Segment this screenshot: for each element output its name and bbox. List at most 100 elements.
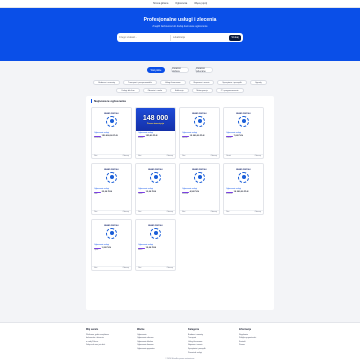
listing-card[interactable]: BRAND ZESPOŁU Ogłoszenie usługi NOWE 150…	[91, 107, 132, 159]
listing-thumbnail[interactable]: BRAND ZESPOŁU	[224, 164, 263, 187]
nav-link-more[interactable]: Więcej opcji	[194, 2, 207, 5]
company-logo-icon	[238, 115, 249, 127]
footer-link[interactable]: Ogłoszenia zlecone	[137, 337, 170, 339]
category-chip[interactable]: Usługi dla firm	[116, 88, 140, 93]
listing-title[interactable]: Ogłoszenie usługi	[226, 132, 261, 134]
category-chip[interactable]: Naprawa i serwis	[188, 80, 215, 85]
listing-card[interactable]: BRAND ZESPOŁU Ogłoszenie usługi NOWE 10 …	[223, 163, 264, 215]
nav-link-home[interactable]: Strona główna	[153, 2, 168, 5]
listing-footer: 2 dni Obserwuj	[224, 210, 263, 214]
category-chip[interactable]: Budowa i remonty	[93, 80, 120, 85]
follow-link[interactable]: Obserwuj	[211, 212, 217, 213]
follow-link[interactable]: Obserwuj	[167, 212, 173, 213]
footer-link[interactable]: Pomoc	[239, 344, 272, 346]
listing-age: 6 dni	[182, 212, 186, 213]
footer-link[interactable]: Budowa i remonty	[188, 334, 221, 336]
footer-link[interactable]: Usługi finansowe	[188, 341, 221, 343]
footer-link[interactable]: Polityka prywatności	[239, 337, 272, 339]
listing-title[interactable]: Ogłoszenie usługi	[94, 188, 129, 190]
new-badge: NOWE	[94, 135, 101, 137]
listing-card[interactable]: 148 000 Pewna inwestycja Ogłoszenie usłu…	[135, 107, 176, 159]
category-chip[interactable]: Ogrody	[249, 80, 267, 85]
listing-title[interactable]: Ogłoszenie usługi	[94, 132, 129, 134]
category-chip[interactable]: Zdrowie i uroda	[142, 88, 167, 93]
listing-title[interactable]: Ogłoszenie usługi	[138, 132, 173, 134]
listing-body: Ogłoszenie usługi NOWE 1,20 PLN Opole	[92, 243, 131, 266]
listing-age: 1 dzień	[226, 156, 231, 157]
listing-thumbnail[interactable]: BRAND ZESPOŁU	[92, 108, 131, 131]
listing-title[interactable]: Ogłoszenie usługi	[138, 244, 173, 246]
promo-number: 148 000	[142, 114, 169, 122]
footer-link[interactable]: Sprzątanie i porządki	[188, 348, 221, 350]
listing-brand: BRAND ZESPOŁU	[148, 168, 163, 171]
follow-link[interactable]: Obserwuj	[123, 156, 129, 157]
listing-card[interactable]: BRAND ZESPOŁU Ogłoszenie usługi NOWE 1,2…	[91, 219, 132, 271]
new-badge: NOWE	[138, 135, 145, 137]
listing-body: Ogłoszenie usługi NOWE 12 000,00 PLN Gda…	[180, 131, 219, 154]
category-chip[interactable]: Transport i przeprowadzki	[123, 80, 157, 85]
footer-link[interactable]: Kontakt	[239, 341, 272, 343]
listing-brand: BRAND ZESPOŁU	[192, 168, 207, 171]
listing-body: Ogłoszenie usługi NOWE 13,00 PLN Lublin	[136, 187, 175, 210]
search-input[interactable]	[119, 34, 171, 41]
listing-thumbnail[interactable]: BRAND ZESPOŁU	[92, 220, 131, 243]
footer-link[interactable]: Pozostałe usługi	[188, 352, 221, 354]
follow-link[interactable]: Obserwuj	[167, 268, 173, 269]
listing-location: Poznań	[226, 138, 232, 139]
follow-link[interactable]: Obserwuj	[123, 268, 129, 269]
listing-title[interactable]: Ogłoszenie usługi	[138, 188, 173, 190]
listing-thumbnail[interactable]: BRAND ZESPOŁU	[180, 164, 219, 187]
footer-link[interactable]: Ogłoszenia	[137, 334, 170, 336]
category-chip[interactable]: Sprzątanie i porządki	[217, 80, 247, 85]
category-chip[interactable]: Usługi finansowe	[159, 80, 186, 85]
footer-link[interactable]: Regulamin	[239, 334, 272, 336]
company-logo-icon	[106, 227, 117, 239]
follow-link[interactable]: Obserwuj	[255, 212, 261, 213]
listing-title[interactable]: Ogłoszenie usługi	[182, 132, 217, 134]
listing-thumbnail[interactable]: BRAND ZESPOŁU	[92, 164, 131, 187]
listing-title[interactable]: Ogłoszenie usługi	[182, 188, 217, 190]
new-badge: NOWE	[138, 247, 145, 249]
location-input[interactable]	[173, 34, 221, 41]
new-badge: NOWE	[94, 191, 101, 193]
listing-thumbnail[interactable]: BRAND ZESPOŁU	[180, 108, 219, 131]
listing-thumbnail[interactable]: BRAND ZESPOŁU	[136, 164, 175, 187]
listing-location: Kraków	[138, 138, 144, 139]
price-row: NOWE 150 000,00 PLN	[94, 135, 129, 137]
search-button[interactable]: Szukaj	[229, 34, 241, 41]
footer-link[interactable]: Transport	[188, 337, 221, 339]
follow-link[interactable]: Obserwuj	[167, 156, 173, 157]
footer-link[interactable]: Ogłoszenia prywatne	[137, 348, 170, 350]
tab-recent[interactable]: Ostatnio dodane	[171, 67, 189, 73]
follow-link[interactable]: Obserwuj	[255, 156, 261, 157]
follow-link[interactable]: Obserwuj	[211, 156, 217, 157]
nav-link-ads[interactable]: Ogłoszenia	[175, 2, 187, 5]
category-chip[interactable]: Motoryzacja	[191, 88, 213, 93]
listing-title[interactable]: Ogłoszenie usługi	[94, 244, 129, 246]
new-badge: NOWE	[94, 247, 101, 249]
tab-recommended[interactable]: Ostatnio polecane	[195, 67, 213, 73]
footer-link[interactable]: Naprawa i serwis	[188, 344, 221, 346]
listing-title[interactable]: Ogłoszenie usługi	[226, 188, 261, 190]
listing-thumbnail[interactable]: 148 000 Pewna inwestycja	[136, 108, 175, 131]
footer-link[interactable]: Ogłoszenia lokalne	[137, 341, 170, 343]
listing-card[interactable]: BRAND ZESPOŁU Ogłoszenie usługi NOWE 4,5…	[179, 163, 220, 215]
listing-card[interactable]: BRAND ZESPOŁU Ogłoszenie usługi NOWE 12 …	[179, 107, 220, 159]
listing-card[interactable]: BRAND ZESPOŁU Ogłoszenie usługi NOWE 7,0…	[223, 107, 264, 159]
filter-tabs: Wszystkie Ostatnio dodane Ostatnio polec…	[0, 67, 360, 73]
category-chip[interactable]: Edukacja	[169, 88, 189, 93]
listing-card[interactable]: BRAND ZESPOŁU Ogłoszenie usługi NOWE 12,…	[135, 219, 176, 271]
footer-link[interactable]: Ogłoszenia firmowe	[137, 344, 170, 346]
listing-card[interactable]: BRAND ZESPOŁU Ogłoszenie usługi NOWE 23,…	[91, 163, 132, 215]
listing-thumbnail[interactable]: BRAND ZESPOŁU	[224, 108, 263, 131]
tab-all[interactable]: Wszystkie	[147, 67, 165, 73]
category-chip[interactable]: IT i programowanie	[215, 88, 244, 93]
listing-body: Ogłoszenie usługi NOWE 10 000,00 PLN Szc…	[224, 187, 263, 210]
listing-footer: 3 dni Obserwuj	[136, 210, 175, 214]
footer-column: Mój serwis Platforma, gdzie znajdziesz fac…	[86, 328, 119, 354]
section-heading: Najnowsze ogłoszenia	[91, 99, 269, 103]
follow-link[interactable]: Obserwuj	[123, 212, 129, 213]
listing-card[interactable]: BRAND ZESPOŁU Ogłoszenie usługi NOWE 13,…	[135, 163, 176, 215]
company-logo-icon	[194, 115, 205, 127]
listing-thumbnail[interactable]: BRAND ZESPOŁU	[136, 220, 175, 243]
